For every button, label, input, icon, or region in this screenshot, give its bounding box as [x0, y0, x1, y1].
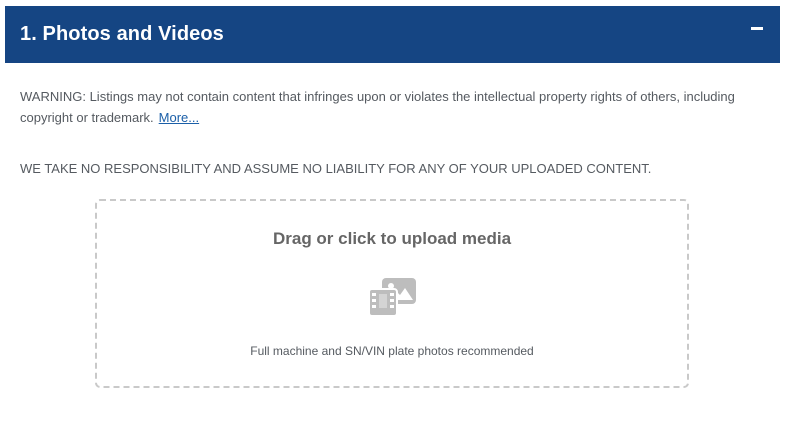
upload-title: Drag or click to upload media [272, 229, 512, 248]
photo-video-icon [368, 278, 416, 317]
more-link[interactable]: More... [159, 110, 199, 125]
warning-text: WARNING: Listings may not contain conten… [20, 89, 735, 125]
collapse-minus-icon[interactable] [751, 21, 765, 35]
section-header[interactable]: 1. Photos and Videos [5, 6, 780, 63]
upload-dropzone[interactable]: Drag or click to upload media Full machi… [95, 199, 689, 388]
liability-notice: WE TAKE NO RESPONSIBILITY AND ASSUME NO … [20, 161, 652, 176]
upload-hint: Full machine and SN/VIN plate photos rec… [250, 344, 534, 358]
warning-message: WARNING: Listings may not contain conten… [20, 86, 765, 128]
section-title: 1. Photos and Videos [20, 23, 224, 45]
